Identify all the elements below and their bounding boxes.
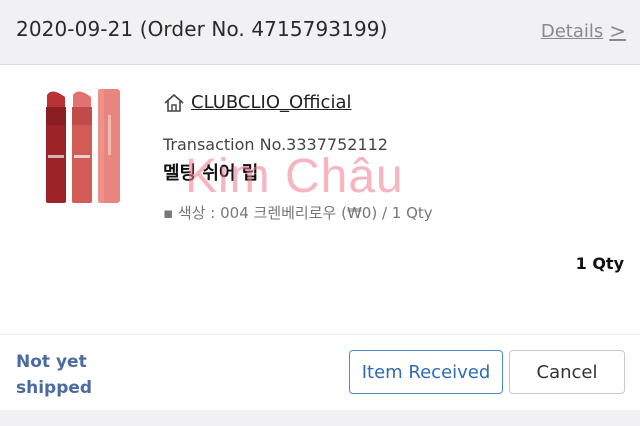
order-header: 2020-09-21 (Order No. 4715793199) Detail… (0, 0, 640, 65)
item-received-button[interactable]: Item Received (349, 350, 503, 394)
bottom-spacer (0, 410, 640, 426)
shop-name[interactable]: CLUBCLIO_Official (191, 92, 351, 113)
home-icon (164, 93, 184, 112)
product-option: ▪ 색상 : 004 크렌베리로우 (₩0) / 1 Qty (163, 204, 433, 222)
product-name[interactable]: 멜팅 쉬어 립 (163, 159, 258, 185)
shipping-status: Not yet shipped (16, 352, 93, 398)
quantity: 1 Qty (575, 254, 624, 273)
transaction-number: Transaction No.3337752112 (163, 135, 388, 154)
order-item-card: CLUBCLIO_Official Transaction No.3337752… (0, 65, 640, 410)
details-link[interactable]: Details > (541, 19, 626, 43)
divider (0, 334, 640, 335)
chevron-right-icon: > (609, 19, 626, 43)
details-label[interactable]: Details (541, 21, 603, 42)
product-image[interactable] (34, 85, 138, 205)
order-title: 2020-09-21 (Order No. 4715793199) (16, 17, 388, 41)
shop-link[interactable]: CLUBCLIO_Official (163, 92, 351, 113)
cancel-button[interactable]: Cancel (509, 350, 625, 394)
